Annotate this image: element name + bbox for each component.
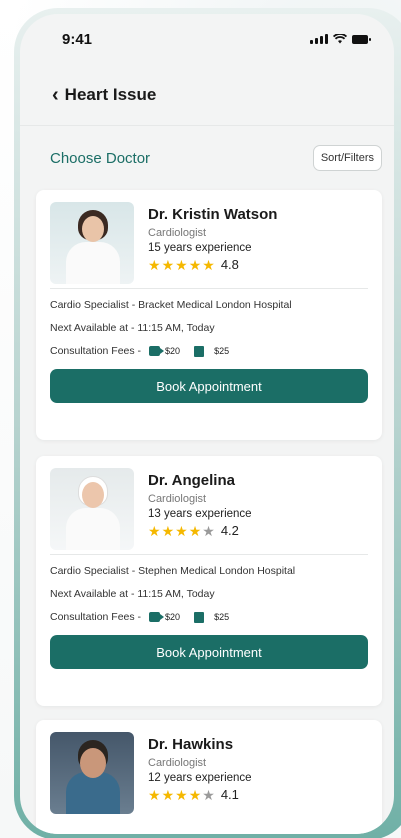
star-icon: ★ (188, 786, 202, 803)
signal-icon (310, 34, 328, 44)
doctor-name[interactable]: Dr. Hawkins (148, 736, 252, 753)
star-icon: ★ (202, 256, 215, 273)
status-icons (310, 34, 371, 44)
rating-value: 4.2 (220, 523, 239, 538)
section-title: Choose Doctor (50, 149, 151, 167)
doctor-experience: 12 years experience (148, 772, 252, 784)
star-icon: ★ (148, 786, 161, 803)
star-icon: ★ (148, 522, 161, 539)
star-icon: ★ (161, 522, 175, 539)
star-icon: ★ (188, 256, 202, 273)
video-fee: $20 (165, 346, 181, 356)
book-appointment-button[interactable]: Book Appointment (50, 369, 368, 403)
book-appointment-button[interactable]: Book Appointment (50, 635, 368, 669)
fees-label: Consultation Fees - (50, 611, 142, 623)
star-icon: ★ (175, 256, 188, 273)
clinic-icon (194, 611, 205, 623)
doctor-card: Dr. Kristin Watson Cardiologist 15 years… (36, 190, 382, 440)
hospital-info: Cardio Specialist - Bracket Medical Lond… (50, 299, 292, 311)
doctor-experience: 13 years experience (148, 508, 252, 520)
star-icon: ★ (148, 256, 161, 273)
back-chevron-icon[interactable]: ‹ (52, 85, 59, 105)
video-call-icon (149, 612, 165, 622)
star-icon: ★ (175, 522, 188, 539)
doctor-specialty: Cardiologist (148, 493, 207, 505)
doctor-name[interactable]: Dr. Kristin Watson (148, 206, 277, 223)
doctor-card: Dr. Hawkins Cardiologist 12 years experi… (36, 720, 382, 834)
star-icon: ★ (188, 522, 202, 539)
battery-icon (352, 34, 371, 44)
app-screen: 9:41 ‹ Heart Issue Choose Doctor Sort/Fi… (20, 14, 394, 834)
doctor-avatar (50, 468, 134, 550)
star-empty-icon: ★ (202, 522, 215, 539)
doctor-specialty: Cardiologist (148, 227, 207, 239)
clinic-fee: $25 (214, 612, 230, 622)
status-bar: 9:41 (20, 14, 394, 64)
rating: ★ ★ ★ ★ ★ 4.1 (148, 787, 252, 802)
star-icon: ★ (161, 786, 175, 803)
hospital-info: Cardio Specialist - Stephen Medical Lond… (50, 565, 296, 577)
availability-info: Next Available at - 11:15 AM, Today (50, 322, 215, 334)
fees-label: Consultation Fees - (50, 345, 142, 357)
page-title: Heart Issue (64, 84, 157, 104)
star-icon: ★ (175, 786, 188, 803)
rating-value: 4.8 (220, 257, 239, 272)
clinic-fee: $25 (214, 346, 230, 356)
star-empty-icon: ★ (202, 786, 215, 803)
doctor-avatar (50, 202, 134, 284)
video-fee: $20 (165, 612, 181, 622)
doctor-specialty: Cardiologist (148, 757, 207, 769)
sort-filters-button[interactable]: Sort/Filters (312, 145, 382, 171)
video-call-icon (149, 346, 165, 356)
doctor-experience: 15 years experience (148, 242, 252, 254)
availability-info: Next Available at - 11:15 AM, Today (50, 588, 215, 600)
rating: ★ ★ ★ ★ ★ 4.2 (148, 523, 252, 538)
fees-row: Consultation Fees - $20 $25 (50, 611, 368, 623)
wifi-icon (333, 34, 347, 44)
doctor-card: Dr. Angelina Cardiologist 13 years exper… (36, 456, 382, 706)
star-icon: ★ (161, 256, 175, 273)
rating: ★ ★ ★ ★ ★ 4.8 (148, 257, 277, 272)
status-time: 9:41 (62, 30, 93, 48)
fees-row: Consultation Fees - $20 $25 (50, 345, 368, 357)
doctor-name[interactable]: Dr. Angelina (148, 472, 252, 489)
section-header: Choose Doctor Sort/Filters (20, 126, 394, 174)
rating-value: 4.1 (220, 787, 239, 802)
clinic-icon (194, 345, 205, 357)
doctor-avatar (50, 732, 134, 814)
page-header: ‹ Heart Issue (20, 64, 394, 126)
